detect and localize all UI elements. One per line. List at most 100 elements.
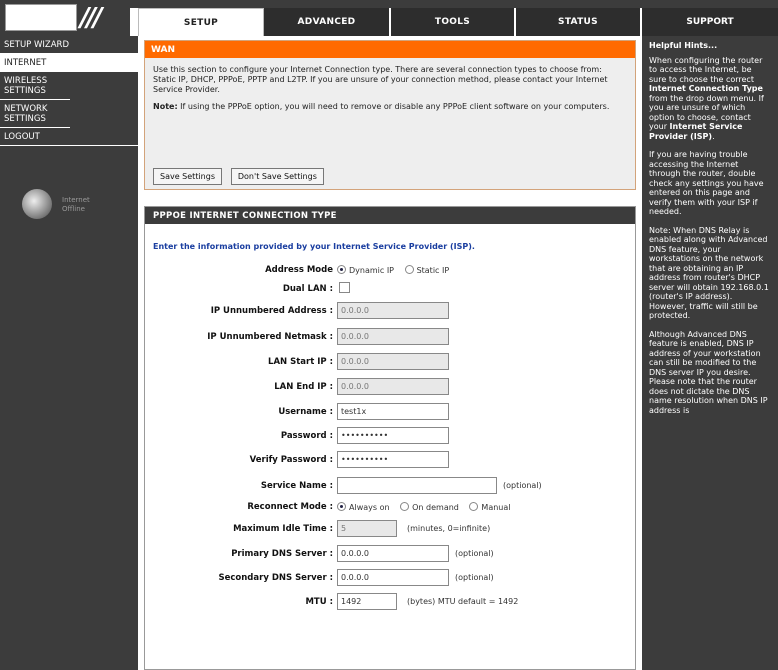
internet-status: Internet Offline bbox=[62, 196, 90, 214]
mtu-input[interactable]: 1492 bbox=[337, 593, 397, 610]
primary-dns-label: Primary DNS Server : bbox=[231, 549, 333, 559]
dual-lan-label: Dual LAN : bbox=[282, 284, 333, 294]
tab-setup[interactable]: SETUP bbox=[138, 8, 264, 36]
mtu-row: MTU : 1492 (bytes) MTU default = 1492 bbox=[145, 593, 635, 613]
verify-password-label: Verify Password : bbox=[249, 455, 333, 465]
tab-status[interactable]: STATUS bbox=[516, 8, 642, 36]
password-label: Password : bbox=[280, 431, 333, 441]
pppoe-intro: Enter the information provided by your I… bbox=[153, 242, 475, 251]
mtu-hint: (bytes) MTU default = 1492 bbox=[407, 597, 519, 606]
static-ip-label: Static IP bbox=[416, 266, 450, 275]
secondary-dns-label: Secondary DNS Server : bbox=[218, 573, 333, 583]
sidebar: SETUP WIZARD INTERNET WIRELESS SETTINGS … bbox=[0, 36, 138, 670]
username-row: Username : test1x bbox=[145, 403, 635, 423]
pppoe-title: PPPOE INTERNET CONNECTION TYPE bbox=[145, 207, 635, 224]
manual-radio[interactable] bbox=[469, 502, 479, 511]
manual-label: Manual bbox=[481, 503, 511, 512]
wan-note-text: If using the PPPoE option, you will need… bbox=[177, 102, 610, 111]
ip-unnumbered-netmask-input[interactable]: 0.0.0.0 bbox=[337, 328, 449, 345]
username-label: Username : bbox=[278, 407, 333, 417]
hints-paragraph-3: Note: When DNS Relay is enabled along wi… bbox=[649, 225, 769, 321]
ip-unnumbered-address-label: IP Unnumbered Address : bbox=[210, 306, 333, 316]
secondary-dns-input[interactable]: 0.0.0.0 bbox=[337, 569, 449, 586]
mtu-label: MTU : bbox=[305, 597, 333, 607]
logo-box bbox=[5, 4, 77, 31]
lan-end-ip-label: LAN End IP : bbox=[274, 382, 333, 392]
dont-save-settings-button[interactable]: Don't Save Settings bbox=[230, 168, 324, 185]
primary-dns-input[interactable]: 0.0.0.0 bbox=[337, 545, 449, 562]
ip-unnumbered-netmask-label: IP Unnumbered Netmask : bbox=[207, 332, 333, 342]
lan-start-ip-label: LAN Start IP : bbox=[268, 357, 333, 367]
hints-p1-a: When configuring the router to access th… bbox=[649, 55, 763, 84]
dual-lan-row: Dual LAN : bbox=[145, 280, 635, 300]
username-input[interactable]: test1x bbox=[337, 403, 449, 420]
hints-p1-b: Internet Connection Type bbox=[649, 84, 763, 93]
primary-dns-hint: (optional) bbox=[455, 549, 494, 558]
top-strip bbox=[130, 0, 778, 8]
hints-paragraph-2: If you are having trouble accessing the … bbox=[649, 150, 764, 216]
internet-globe-icon bbox=[22, 189, 52, 219]
static-ip-radio[interactable] bbox=[404, 265, 414, 274]
secondary-dns-row: Secondary DNS Server : 0.0.0.0 (optional… bbox=[145, 569, 635, 589]
helpful-hints-panel: Helpful Hints... When configuring the ro… bbox=[642, 36, 778, 670]
dynamic-ip-radio[interactable] bbox=[337, 265, 346, 274]
internet-status-line1: Internet bbox=[62, 196, 90, 204]
sidebar-item-internet[interactable]: INTERNET bbox=[0, 54, 138, 72]
password-input[interactable]: •••••••••• bbox=[337, 427, 449, 444]
tab-tools[interactable]: TOOLS bbox=[391, 8, 516, 36]
secondary-dns-hint: (optional) bbox=[455, 573, 494, 582]
dynamic-ip-label: Dynamic IP bbox=[349, 266, 395, 275]
reconnect-mode-row: Reconnect Mode : Always on On demand Man… bbox=[145, 498, 635, 518]
save-settings-button[interactable]: Save Settings bbox=[153, 168, 222, 185]
lan-end-ip-input[interactable]: 0.0.0.0 bbox=[337, 378, 449, 395]
password-row: Password : •••••••••• bbox=[145, 427, 635, 447]
sidebar-item-network-settings[interactable]: NETWORK SETTINGS bbox=[0, 100, 70, 128]
always-on-label: Always on bbox=[349, 503, 390, 512]
hints-title: Helpful Hints... bbox=[649, 41, 718, 50]
sidebar-item-wireless-settings[interactable]: WIRELESS SETTINGS bbox=[0, 72, 70, 100]
tab-advanced[interactable]: ADVANCED bbox=[264, 8, 391, 36]
address-mode-label: Address Mode bbox=[265, 265, 333, 275]
address-mode-options: Dynamic IP Static IP bbox=[337, 265, 457, 275]
address-mode-row: Address Mode Dynamic IP Static IP bbox=[145, 261, 635, 281]
on-demand-radio[interactable] bbox=[400, 502, 410, 511]
ip-unnumbered-address-row: IP Unnumbered Address : 0.0.0.0 bbox=[145, 302, 635, 322]
pppoe-section: PPPOE INTERNET CONNECTION TYPE Enter the… bbox=[144, 206, 636, 670]
lan-end-ip-row: LAN End IP : 0.0.0.0 bbox=[145, 378, 635, 398]
main-content: WAN Use this section to configure your I… bbox=[138, 36, 642, 670]
tab-support[interactable]: SUPPORT bbox=[642, 8, 778, 36]
reconnect-mode-options: Always on On demand Manual bbox=[337, 502, 519, 512]
primary-dns-row: Primary DNS Server : 0.0.0.0 (optional) bbox=[145, 545, 635, 565]
service-name-label: Service Name : bbox=[260, 481, 333, 491]
max-idle-row: Maximum Idle Time : 5 (minutes, 0=infini… bbox=[145, 520, 635, 540]
hints-paragraph-4: Although Advanced DNS feature is enabled… bbox=[649, 329, 768, 415]
dual-lan-checkbox[interactable] bbox=[339, 282, 350, 293]
verify-password-row: Verify Password : •••••••••• bbox=[145, 451, 635, 471]
router-admin-page: /// SETUP ADVANCED TOOLS STATUS SUPPORT … bbox=[0, 0, 778, 670]
wan-section: WAN Use this section to configure your I… bbox=[144, 40, 636, 190]
ip-unnumbered-address-input[interactable]: 0.0.0.0 bbox=[337, 302, 449, 319]
brand-logo: /// bbox=[0, 0, 130, 36]
wan-description: Use this section to configure your Inter… bbox=[153, 65, 608, 94]
on-demand-label: On demand bbox=[412, 503, 459, 512]
logo-slash-icon: /// bbox=[80, 3, 102, 33]
hints-p1-e: . bbox=[712, 131, 715, 141]
max-idle-hint: (minutes, 0=infinite) bbox=[407, 524, 491, 533]
lan-start-ip-row: LAN Start IP : 0.0.0.0 bbox=[145, 353, 635, 373]
sidebar-item-setup-wizard[interactable]: SETUP WIZARD bbox=[0, 36, 138, 54]
wan-button-row: Save Settings Don't Save Settings bbox=[153, 168, 330, 185]
always-on-radio[interactable] bbox=[337, 502, 346, 511]
reconnect-mode-label: Reconnect Mode : bbox=[247, 502, 333, 512]
ip-unnumbered-netmask-row: IP Unnumbered Netmask : 0.0.0.0 bbox=[145, 328, 635, 348]
service-name-row: Service Name : (optional) bbox=[145, 477, 635, 497]
max-idle-label: Maximum Idle Time : bbox=[233, 524, 333, 534]
lan-start-ip-input[interactable]: 0.0.0.0 bbox=[337, 353, 449, 370]
max-idle-input[interactable]: 5 bbox=[337, 520, 397, 537]
hints-paragraph-1: When configuring the router to access th… bbox=[649, 56, 771, 142]
sidebar-item-logout[interactable]: LOGOUT bbox=[0, 128, 138, 146]
verify-password-input[interactable]: •••••••••• bbox=[337, 451, 449, 468]
service-name-input[interactable] bbox=[337, 477, 497, 494]
internet-status-line2: Offline bbox=[62, 205, 85, 213]
wan-note: Note: If using the PPPoE option, you wil… bbox=[145, 95, 635, 112]
service-name-hint: (optional) bbox=[503, 481, 542, 490]
